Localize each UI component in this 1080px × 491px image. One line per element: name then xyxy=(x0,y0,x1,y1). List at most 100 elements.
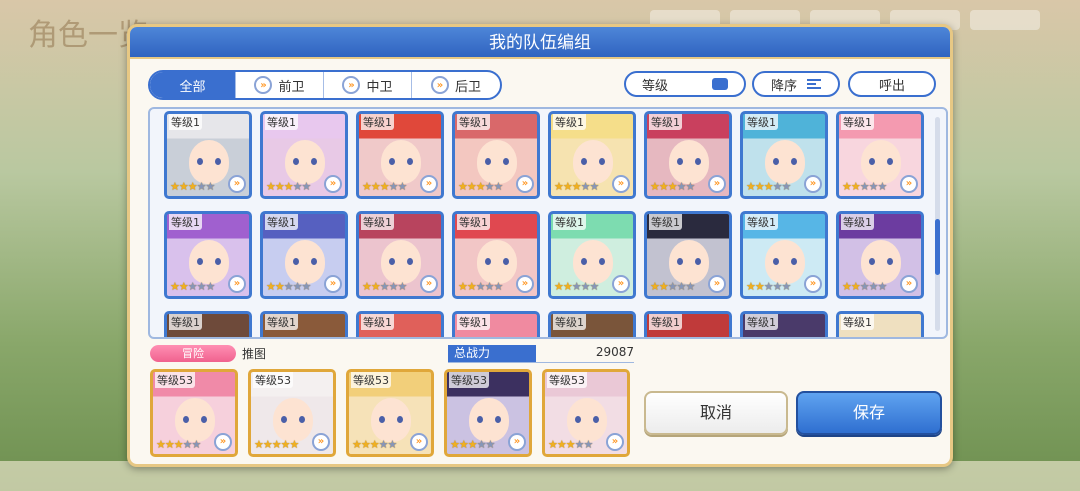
roster-card[interactable]: 等级1★★★★★» xyxy=(836,111,924,199)
level-label: 等级53 xyxy=(547,372,587,388)
portrait-eyes xyxy=(485,158,509,165)
level-label: 等级1 xyxy=(169,314,202,330)
roster-card[interactable]: 等级1★★★★★» xyxy=(260,311,348,337)
toggle-icon xyxy=(712,78,728,90)
position-icon: » xyxy=(324,275,342,293)
level-label: 等级53 xyxy=(449,372,489,388)
filter-all[interactable]: 全部 xyxy=(150,72,236,98)
roster-card[interactable]: 等级1★★★★★» xyxy=(836,311,924,337)
position-icon: » xyxy=(228,175,246,193)
team-slot-card[interactable]: 等级53 ★★★★★ » xyxy=(248,369,336,457)
portrait-eyes xyxy=(281,416,305,423)
star-rating: ★★★★★ xyxy=(650,180,695,193)
roster-card[interactable]: 等级1★★★★★» xyxy=(164,211,252,299)
roster-card[interactable]: 等级1★★★★★» xyxy=(740,311,828,337)
star-rating: ★★★★★ xyxy=(254,438,299,451)
star-rating: ★★★★★ xyxy=(458,280,503,293)
roster-card[interactable]: 等级1★★★★★» xyxy=(452,111,540,199)
roster-card[interactable]: 等级1★★★★★» xyxy=(260,211,348,299)
portrait-eyes xyxy=(581,258,605,265)
level-label: 等级1 xyxy=(553,314,586,330)
character-roster[interactable]: 等级1 ★★★★★ » 等级1 ★★★★★ » 等级1 ★★★★★ » 等级1 ★★★★★ » 等级1 ★… xyxy=(148,107,948,339)
level-label: 等级1 xyxy=(265,114,298,130)
position-icon: » xyxy=(410,433,428,451)
filter-back[interactable]: » 后卫 xyxy=(412,72,500,98)
call-label: 呼出 xyxy=(878,78,905,94)
level-label: 等级1 xyxy=(745,314,778,330)
roster-card[interactable]: 等级1★★★★★» xyxy=(548,211,636,299)
roster-card[interactable]: 等级1★★★★★» xyxy=(164,311,252,337)
level-label: 等级1 xyxy=(265,214,298,230)
position-icon: » xyxy=(214,433,232,451)
roster-grid: 等级1 ★★★★★ » 等级1 ★★★★★ » 等级1 ★★★★★ » 等级1 ★★★★★ » 等级1 ★… xyxy=(164,111,924,337)
roster-card[interactable]: 等级1★★★★★» xyxy=(740,111,828,199)
star-rating: ★★★★★ xyxy=(650,280,695,293)
filter-front[interactable]: » 前卫 xyxy=(236,72,324,98)
portrait-eyes xyxy=(773,258,797,265)
team-slot-card[interactable]: 等级53 ★★★★★ » xyxy=(150,369,238,457)
portrait-eyes xyxy=(485,258,509,265)
position-icon: » xyxy=(516,275,534,293)
sort-field-button[interactable]: 等级 xyxy=(624,71,746,97)
level-label: 等级1 xyxy=(649,114,682,130)
position-icon: » xyxy=(228,275,246,293)
team-slot-card[interactable]: 等级53 ★★★★★ » xyxy=(444,369,532,457)
portrait-eyes xyxy=(183,416,207,423)
roster-card[interactable]: 等级1★★★★★» xyxy=(644,111,732,199)
position-icon: » xyxy=(804,175,822,193)
power-divider xyxy=(448,362,634,363)
roster-card[interactable]: 等级1★★★★★» xyxy=(356,311,444,337)
position-icon: » xyxy=(900,175,918,193)
roster-card[interactable]: 等级1★★★★★» xyxy=(644,311,732,337)
team-slot-card[interactable]: 等级53 ★★★★★ » xyxy=(346,369,434,457)
roster-card[interactable]: 等级1★★★★★» xyxy=(644,211,732,299)
cancel-button[interactable]: 取消 xyxy=(644,391,788,435)
roster-card[interactable]: 等级1★★★★★» xyxy=(452,311,540,337)
dialog-title: 我的队伍编组 xyxy=(130,27,950,59)
filter-front-label: 前卫 xyxy=(278,79,305,95)
position-icon: » xyxy=(612,175,630,193)
portrait-eyes xyxy=(677,158,701,165)
roster-card[interactable]: 等级1★★★★★» xyxy=(164,111,252,199)
sort-order-button[interactable]: 降序 xyxy=(752,71,840,97)
level-label: 等级1 xyxy=(457,314,490,330)
star-rating: ★★★★★ xyxy=(266,180,311,193)
roster-card[interactable]: 等级1 ★★★★★ » xyxy=(452,211,540,299)
total-power-value: 29087 xyxy=(595,345,634,359)
level-label: 等级1 xyxy=(265,314,298,330)
position-icon: » xyxy=(516,175,534,193)
portrait-eyes xyxy=(869,158,893,165)
position-icon: » xyxy=(606,433,624,451)
portrait-eyes xyxy=(293,258,317,265)
sort-icon xyxy=(807,79,821,89)
chevron-icon: » xyxy=(430,76,449,94)
call-button[interactable]: 呼出 xyxy=(848,71,936,97)
roster-card[interactable]: 等级1★★★★★» xyxy=(548,311,636,337)
position-icon: » xyxy=(708,275,726,293)
level-label: 等级53 xyxy=(351,372,391,388)
level-label: 等级1 xyxy=(457,114,490,130)
portrait-eyes xyxy=(389,158,413,165)
roster-card[interactable]: 等级1★★★★★» xyxy=(356,111,444,199)
filter-middle[interactable]: » 中卫 xyxy=(324,72,412,98)
portrait-eyes xyxy=(197,258,221,265)
level-label: 等级1 xyxy=(361,214,394,230)
portrait-eyes xyxy=(581,158,605,165)
roster-card[interactable]: 等级1 ★★★★★ » xyxy=(260,111,348,199)
level-label: 等级1 xyxy=(841,314,874,330)
roster-card[interactable]: 等级1★★★★★» xyxy=(740,211,828,299)
roster-card[interactable]: 等级1★★★★★» xyxy=(548,111,636,199)
position-icon: » xyxy=(324,175,342,193)
level-label: 等级1 xyxy=(457,214,490,230)
save-button[interactable]: 保存 xyxy=(796,391,942,435)
team-slot-card[interactable]: 等级53 ★★★★★ » xyxy=(542,369,630,457)
scrollbar-thumb[interactable] xyxy=(935,219,940,275)
sort-order-label: 降序 xyxy=(770,78,797,94)
roster-card[interactable]: 等级1★★★★★» xyxy=(836,211,924,299)
level-label: 等级53 xyxy=(155,372,195,388)
roster-card[interactable]: 等级1★★★★★» xyxy=(356,211,444,299)
portrait-eyes xyxy=(575,416,599,423)
level-label: 等级1 xyxy=(169,214,202,230)
roster-scrollbar[interactable] xyxy=(935,117,940,331)
portrait-eyes xyxy=(477,416,501,423)
